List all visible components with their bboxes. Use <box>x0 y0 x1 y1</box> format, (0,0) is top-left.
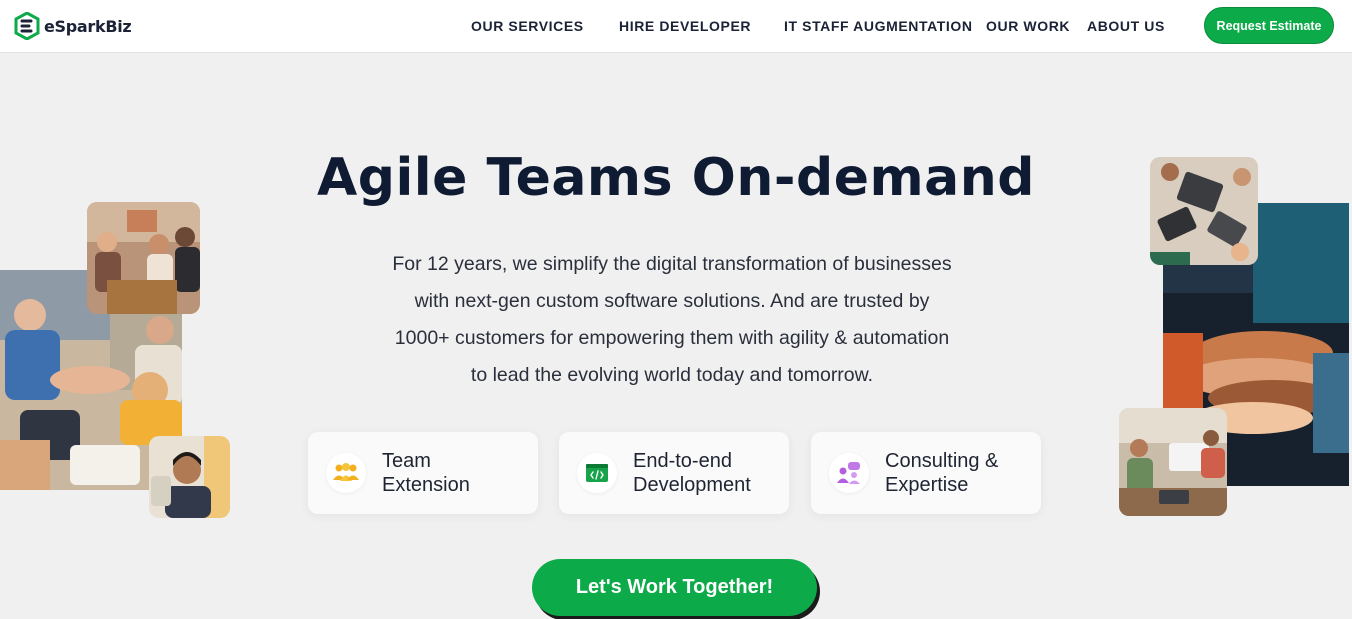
nav-it-staff-augmentation[interactable]: IT STAFF AUGMENTATION <box>784 18 973 34</box>
hero-title: Agile Teams On-demand <box>317 148 1035 208</box>
feature-label: End-to-end Development <box>633 449 751 497</box>
feature-label-line: Extension <box>382 474 470 496</box>
feature-label-line: Expertise <box>885 474 969 496</box>
site-header: eSparkBiz OUR SERVICES HIRE DEVELOPER IT… <box>0 0 1352 53</box>
nav-about-us[interactable]: ABOUT US <box>1087 18 1165 34</box>
feature-label-line: Development <box>633 474 751 496</box>
consulting-icon <box>829 453 869 493</box>
hero-description-line: to lead the evolving world today and tom… <box>470 364 874 386</box>
code-window-icon <box>577 453 617 493</box>
feature-label-line: Consulting & <box>885 450 999 472</box>
feature-label-line: Team <box>382 450 431 472</box>
coworking-office-photo <box>1119 408 1227 516</box>
feature-label-line: End-to-end <box>633 450 732 472</box>
logo-text: eSparkBiz <box>44 16 132 36</box>
feature-label: Consulting & Expertise <box>885 449 998 497</box>
request-estimate-button[interactable]: Request Estimate <box>1204 7 1334 44</box>
feature-card-team-extension[interactable]: Team Extension <box>308 432 538 514</box>
team-icon <box>326 453 366 493</box>
feature-card-consulting-expertise[interactable]: Consulting & Expertise <box>811 432 1041 514</box>
office-meeting-photo <box>87 202 200 314</box>
hero-description: For 12 years, we simplify the digital tr… <box>346 246 998 394</box>
logo[interactable]: eSparkBiz <box>14 11 132 41</box>
nav-our-services[interactable]: OUR SERVICES <box>471 18 584 34</box>
person-smiling-photo <box>149 436 230 518</box>
nav-our-work[interactable]: OUR WORK <box>986 18 1070 34</box>
hero-description-line: For 12 years, we simplify the digital tr… <box>392 253 952 275</box>
nav-hire-developer[interactable]: HIRE DEVELOPER <box>619 18 751 34</box>
lets-work-together-button[interactable]: Let's Work Together! <box>532 559 817 616</box>
hero-description-line: 1000+ customers for empowering them with… <box>394 327 950 349</box>
esparkbiz-logo-icon <box>14 12 40 40</box>
feature-label: Team Extension <box>382 449 470 497</box>
hero-description-line: with next-gen custom software solutions.… <box>414 290 930 312</box>
feature-card-end-to-end-development[interactable]: End-to-end Development <box>559 432 789 514</box>
